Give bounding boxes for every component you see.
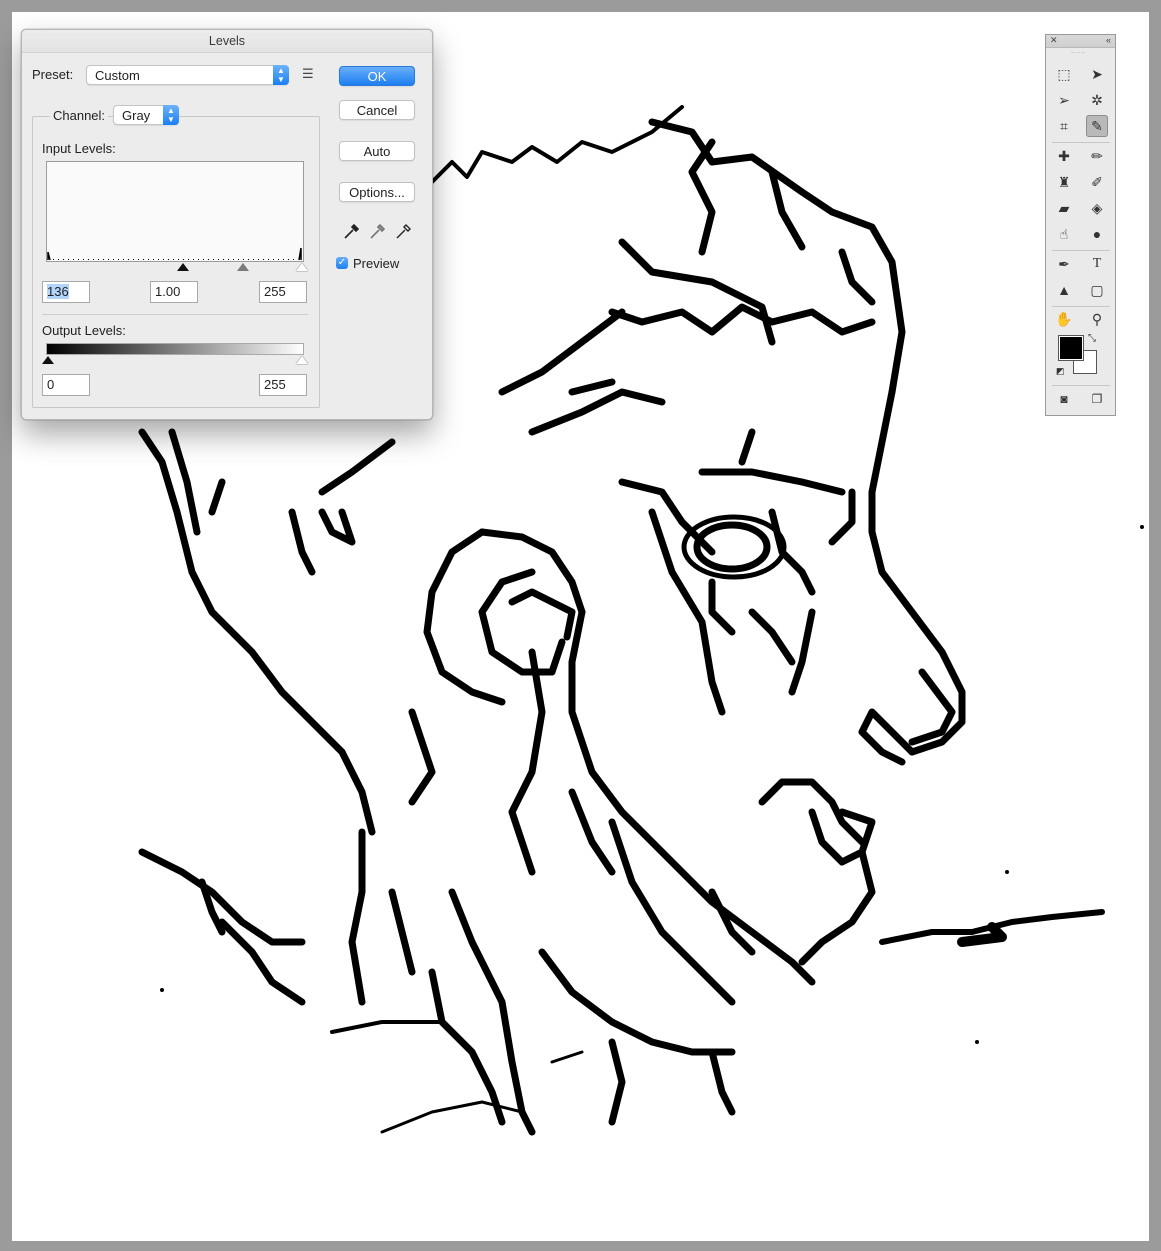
input-black-field[interactable]: 136 <box>42 281 90 303</box>
channel-value: Gray <box>122 108 151 123</box>
divider <box>1052 306 1110 307</box>
dialog-title[interactable]: Levels <box>22 30 432 53</box>
divider <box>1052 142 1110 143</box>
eyedropper-icon[interactable]: ✎ <box>1086 115 1108 137</box>
lasso-icon[interactable]: ➢ <box>1053 89 1075 111</box>
histogram <box>46 161 304 262</box>
input-white-value: 255 <box>264 284 286 299</box>
auto-button[interactable]: Auto <box>339 141 415 161</box>
path-select-icon[interactable]: ▲ <box>1053 279 1075 301</box>
ok-button[interactable]: OK <box>339 66 415 86</box>
popup-arrows-icon: ▲ ▼ <box>163 105 179 125</box>
channel-select[interactable]: Gray ▲ ▼ <box>113 105 179 125</box>
paint-bucket-icon[interactable]: ◈ <box>1086 197 1108 219</box>
input-gamma-field[interactable]: 1.00 <box>150 281 198 303</box>
output-black-slider[interactable] <box>42 356 54 364</box>
input-black-value: 136 <box>47 284 69 299</box>
output-black-value: 0 <box>47 377 55 392</box>
crop-icon[interactable]: ⌗ <box>1053 115 1075 137</box>
smudge-icon[interactable]: ☝ <box>1053 223 1075 245</box>
preset-options-icon[interactable]: ☰ <box>302 66 314 82</box>
input-gamma-value: 1.00 <box>155 284 181 299</box>
pen-icon[interactable]: ✒ <box>1053 253 1075 275</box>
shape-icon[interactable]: ▢ <box>1086 279 1108 301</box>
close-icon[interactable]: ✕ <box>1050 35 1058 46</box>
channel-label: Channel: <box>50 108 109 123</box>
brush-icon[interactable]: ✏ <box>1086 145 1108 167</box>
preset-select[interactable]: Custom ▲ ▼ <box>86 65 289 85</box>
tools-panel: ✕ « ‥‥‥ ⬚ ➤ ➢ ✲ ⌗ ✎ ✚ ✏ ♜ ✐ ▰ ◈ ☝ ● ✒ T … <box>1045 34 1116 416</box>
magic-wand-icon[interactable]: ✲ <box>1086 89 1108 111</box>
levels-dialog: Levels Preset: Custom ▲ ▼ ☰ Channel: Gray… <box>21 29 433 420</box>
zoom-icon[interactable]: ⚲ <box>1086 308 1108 330</box>
dodge-icon[interactable]: ● <box>1086 223 1108 245</box>
preview-checkbox[interactable]: ✓ <box>336 257 348 269</box>
checkmark-icon: ✓ <box>337 257 347 268</box>
collapse-icon[interactable]: « <box>1106 35 1111 46</box>
tools-panel-header[interactable]: ✕ « <box>1046 35 1115 48</box>
quick-mask-icon[interactable]: ◙ <box>1053 388 1075 410</box>
preset-label: Preset: <box>32 67 74 82</box>
output-white-field[interactable]: 255 <box>259 374 307 396</box>
grip-icon: ‥‥‥ <box>1071 49 1087 55</box>
preset-value: Custom <box>95 68 140 83</box>
input-white-slider[interactable] <box>296 263 308 271</box>
healing-brush-icon[interactable]: ✚ <box>1053 145 1075 167</box>
output-gradient <box>46 343 304 355</box>
output-white-value: 255 <box>264 377 286 392</box>
input-gamma-slider[interactable] <box>237 263 249 271</box>
foreground-color-swatch[interactable] <box>1058 335 1084 361</box>
gray-point-eyedropper-icon[interactable] <box>368 223 386 241</box>
move-icon[interactable]: ➤ <box>1086 63 1108 85</box>
hand-icon[interactable]: ✋ <box>1053 308 1075 330</box>
black-point-eyedropper-icon[interactable] <box>342 223 360 241</box>
swap-colors-icon[interactable]: ⤡ <box>1088 333 1096 344</box>
divider <box>1052 250 1110 251</box>
output-levels-label: Output Levels: <box>42 323 126 338</box>
marquee-icon[interactable]: ⬚ <box>1053 63 1075 85</box>
histogram-graph <box>47 247 302 261</box>
options-button[interactable]: Options... <box>339 182 415 202</box>
divider <box>42 314 308 315</box>
output-black-field[interactable]: 0 <box>42 374 90 396</box>
input-black-slider[interactable] <box>177 263 189 271</box>
output-white-slider[interactable] <box>296 356 308 364</box>
default-colors-icon[interactable]: ◩ <box>1056 366 1065 377</box>
eraser-icon[interactable]: ▰ <box>1053 197 1075 219</box>
white-point-eyedropper-icon[interactable] <box>394 223 412 241</box>
clone-stamp-icon[interactable]: ♜ <box>1053 171 1075 193</box>
type-icon[interactable]: T <box>1086 253 1108 275</box>
cancel-button[interactable]: Cancel <box>339 100 415 120</box>
input-levels-label: Input Levels: <box>42 141 116 156</box>
preview-label: Preview <box>353 256 400 271</box>
divider <box>1052 385 1110 386</box>
input-white-field[interactable]: 255 <box>259 281 307 303</box>
history-brush-icon[interactable]: ✐ <box>1086 171 1108 193</box>
screen-mode-icon[interactable]: ❐ <box>1086 388 1108 410</box>
popup-arrows-icon: ▲ ▼ <box>273 65 289 85</box>
